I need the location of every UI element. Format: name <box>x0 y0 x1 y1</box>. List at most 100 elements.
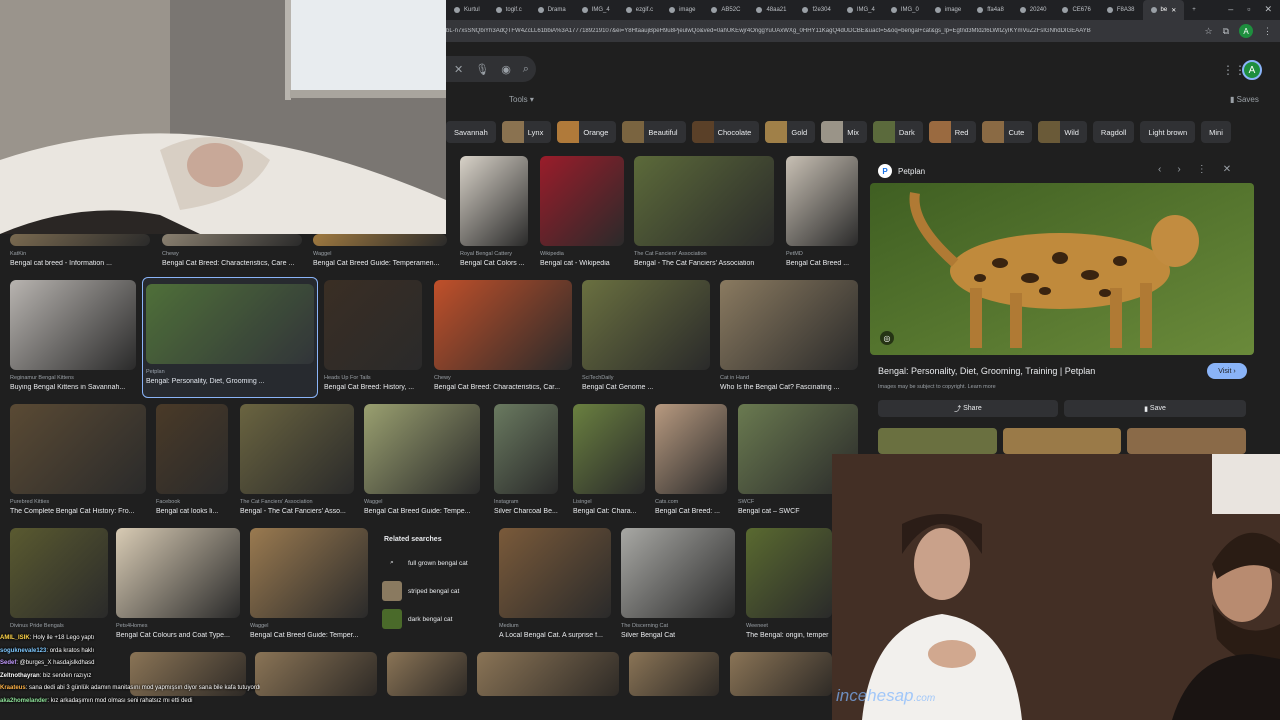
result-title[interactable]: Bengal Cat Breed ... <box>786 260 858 267</box>
image-result-thumbnail[interactable] <box>746 528 832 618</box>
tools-button[interactable]: Tools ▾ <box>509 95 534 104</box>
result-title[interactable]: Bengal Cat Colors ... <box>460 260 528 267</box>
browser-tab[interactable]: AB52C <box>703 0 748 20</box>
visit-button[interactable]: Visit › <box>1207 363 1247 379</box>
image-result-thumbnail[interactable] <box>240 404 354 494</box>
image-result-thumbnail[interactable] <box>720 280 858 370</box>
image-result-thumbnail[interactable] <box>582 280 710 370</box>
result-source[interactable]: The Discerning Cat <box>621 623 735 629</box>
result-title[interactable]: Silver Bengal Cat <box>621 632 735 639</box>
filter-chip[interactable]: Chocolate <box>691 121 760 143</box>
image-result-thumbnail[interactable] <box>786 156 858 246</box>
result-source[interactable]: Divinus Pride Bengals <box>10 623 108 629</box>
browser-tab[interactable]: 48aa21 <box>748 0 794 20</box>
image-result-thumbnail[interactable] <box>434 280 572 370</box>
browser-tab[interactable]: Kurtul <box>446 0 488 20</box>
filter-chip[interactable]: Gold <box>765 121 816 143</box>
result-title[interactable]: A Local Bengal Cat. A surprise f... <box>499 632 611 639</box>
filter-chip[interactable]: Mini <box>1201 121 1231 143</box>
browser-tab-active[interactable]: be ✕ <box>1142 0 1185 20</box>
image-result-thumbnail[interactable] <box>573 404 645 494</box>
result-source[interactable]: KatKin <box>10 251 150 257</box>
image-result-thumbnail[interactable] <box>10 528 108 618</box>
more-image-thumb[interactable] <box>1002 428 1122 454</box>
result-source[interactable]: PetMD <box>786 251 858 257</box>
image-result-thumbnail[interactable] <box>162 234 302 246</box>
image-result-thumbnail[interactable] <box>655 404 727 494</box>
browser-tab[interactable]: f2e304 <box>794 0 838 20</box>
result-source[interactable]: Medium <box>499 623 611 629</box>
image-result-thumbnail[interactable] <box>255 652 377 696</box>
result-source[interactable]: Waggel <box>364 499 480 505</box>
result-source[interactable]: Purebred Kitties <box>10 499 146 505</box>
restore-icon[interactable]: ▫ <box>1247 4 1250 15</box>
image-result-thumbnail[interactable] <box>313 234 447 246</box>
browser-tab[interactable]: CE676 <box>1054 0 1098 20</box>
browser-tab[interactable]: image <box>927 0 969 20</box>
result-title[interactable]: Bengal Cat Breed Guide: Temperamen... <box>313 260 447 267</box>
filter-chip[interactable]: Orange <box>557 121 617 143</box>
result-source[interactable]: Cat in Hand <box>720 375 858 381</box>
result-source[interactable]: Facebook <box>156 499 228 505</box>
close-icon[interactable]: ✕ <box>1223 164 1231 175</box>
result-source[interactable]: Instagram <box>494 499 558 505</box>
filter-chip[interactable]: Lynx <box>501 121 552 143</box>
result-source[interactable]: Waggel <box>313 251 447 257</box>
filter-chip[interactable]: Light brown <box>1140 121 1196 143</box>
browser-tab[interactable]: ezgif.c <box>618 0 661 20</box>
filter-chip[interactable]: Red <box>928 121 977 143</box>
result-source[interactable]: The Cat Fanciers' Association <box>634 251 774 257</box>
image-result-thumbnail[interactable] <box>324 280 422 370</box>
save-button[interactable]: ▮ Save <box>1064 400 1246 417</box>
result-title[interactable]: Bengal Cat Breed: History, ... <box>324 384 422 391</box>
browser-tab[interactable]: Drama <box>530 0 574 20</box>
image-result-thumbnail[interactable] <box>540 156 624 246</box>
result-source[interactable]: Waggel <box>250 623 368 629</box>
result-title[interactable]: Bengal cat breed - Information ... <box>10 260 150 267</box>
avatar[interactable]: A <box>1242 60 1262 80</box>
result-title[interactable]: Bengal Cat: Chara... <box>573 508 645 515</box>
browser-tab[interactable]: F8A38 <box>1099 0 1143 20</box>
address-bar[interactable]: bL-n7xsSNQbiYh3AdQTFW4ZcLL61bbiA%3A17771… <box>446 20 1280 42</box>
saves-button[interactable]: ▮ Saves <box>1230 95 1259 104</box>
image-result-thumbnail[interactable] <box>10 404 146 494</box>
result-title[interactable]: Bengal cat - Wikipedia <box>540 260 624 267</box>
related-search-item[interactable]: striped bengal cat <box>376 577 488 605</box>
share-button[interactable]: ⤴ Share <box>878 400 1058 417</box>
browser-tab[interactable]: IMG_0 <box>883 0 927 20</box>
browser-tab[interactable]: togif.c <box>488 0 530 20</box>
minimize-icon[interactable]: – <box>1228 4 1233 15</box>
result-source[interactable]: The Cat Fanciers' Association <box>240 499 354 505</box>
image-result-thumbnail[interactable] <box>10 234 150 246</box>
result-title[interactable]: Bengal Cat Breed: ... <box>655 508 727 515</box>
search-box[interactable]: ✕ 🎙 ◉ ⌕ <box>446 56 536 82</box>
browser-tab[interactable]: ffa4a8 <box>969 0 1012 20</box>
filter-chip[interactable]: Cute <box>982 121 1033 143</box>
image-result-thumbnail[interactable] <box>629 652 719 696</box>
image-result-thumbnail[interactable] <box>621 528 735 618</box>
browser-tab[interactable]: IMG_4 <box>839 0 883 20</box>
result-source[interactable]: SciTechDaily <box>582 375 710 381</box>
result-source[interactable]: Cats.com <box>655 499 727 505</box>
result-title[interactable]: Bengal Cat Breed: Characteristics, Care … <box>162 260 302 267</box>
more-image-thumb[interactable] <box>1127 428 1247 454</box>
new-tab-button[interactable]: + <box>1184 0 1204 20</box>
result-source[interactable]: Heads Up For Tails <box>324 375 422 381</box>
image-result-thumbnail[interactable] <box>477 652 619 696</box>
browser-tab[interactable]: IMG_4 <box>574 0 618 20</box>
result-source[interactable]: Wikipedia <box>540 251 624 257</box>
result-source[interactable]: Chewy <box>434 375 572 381</box>
bookmark-star-icon[interactable]: ☆ <box>1204 26 1212 37</box>
chevron-left-icon[interactable]: ‹ <box>1158 164 1161 175</box>
lens-icon[interactable]: ◉ <box>501 63 511 76</box>
result-source[interactable]: Weeneet <box>746 623 832 629</box>
result-title[interactable]: Buying Bengal Kittens in Savannah... <box>10 384 136 391</box>
close-window-icon[interactable]: ✕ <box>1264 4 1272 15</box>
result-source[interactable]: Royal Bengal Cattery <box>460 251 528 257</box>
search-icon[interactable]: ⌕ <box>523 63 529 76</box>
url-text[interactable]: bL-n7xsSNQbiYh3AdQTFW4ZcLL61bbiA%3A17771… <box>446 28 1186 34</box>
image-result-thumbnail[interactable] <box>10 280 136 370</box>
image-result-thumbnail[interactable] <box>494 404 558 494</box>
filter-chip[interactable]: Mix <box>821 121 867 143</box>
result-source[interactable]: Chewy <box>162 251 302 257</box>
